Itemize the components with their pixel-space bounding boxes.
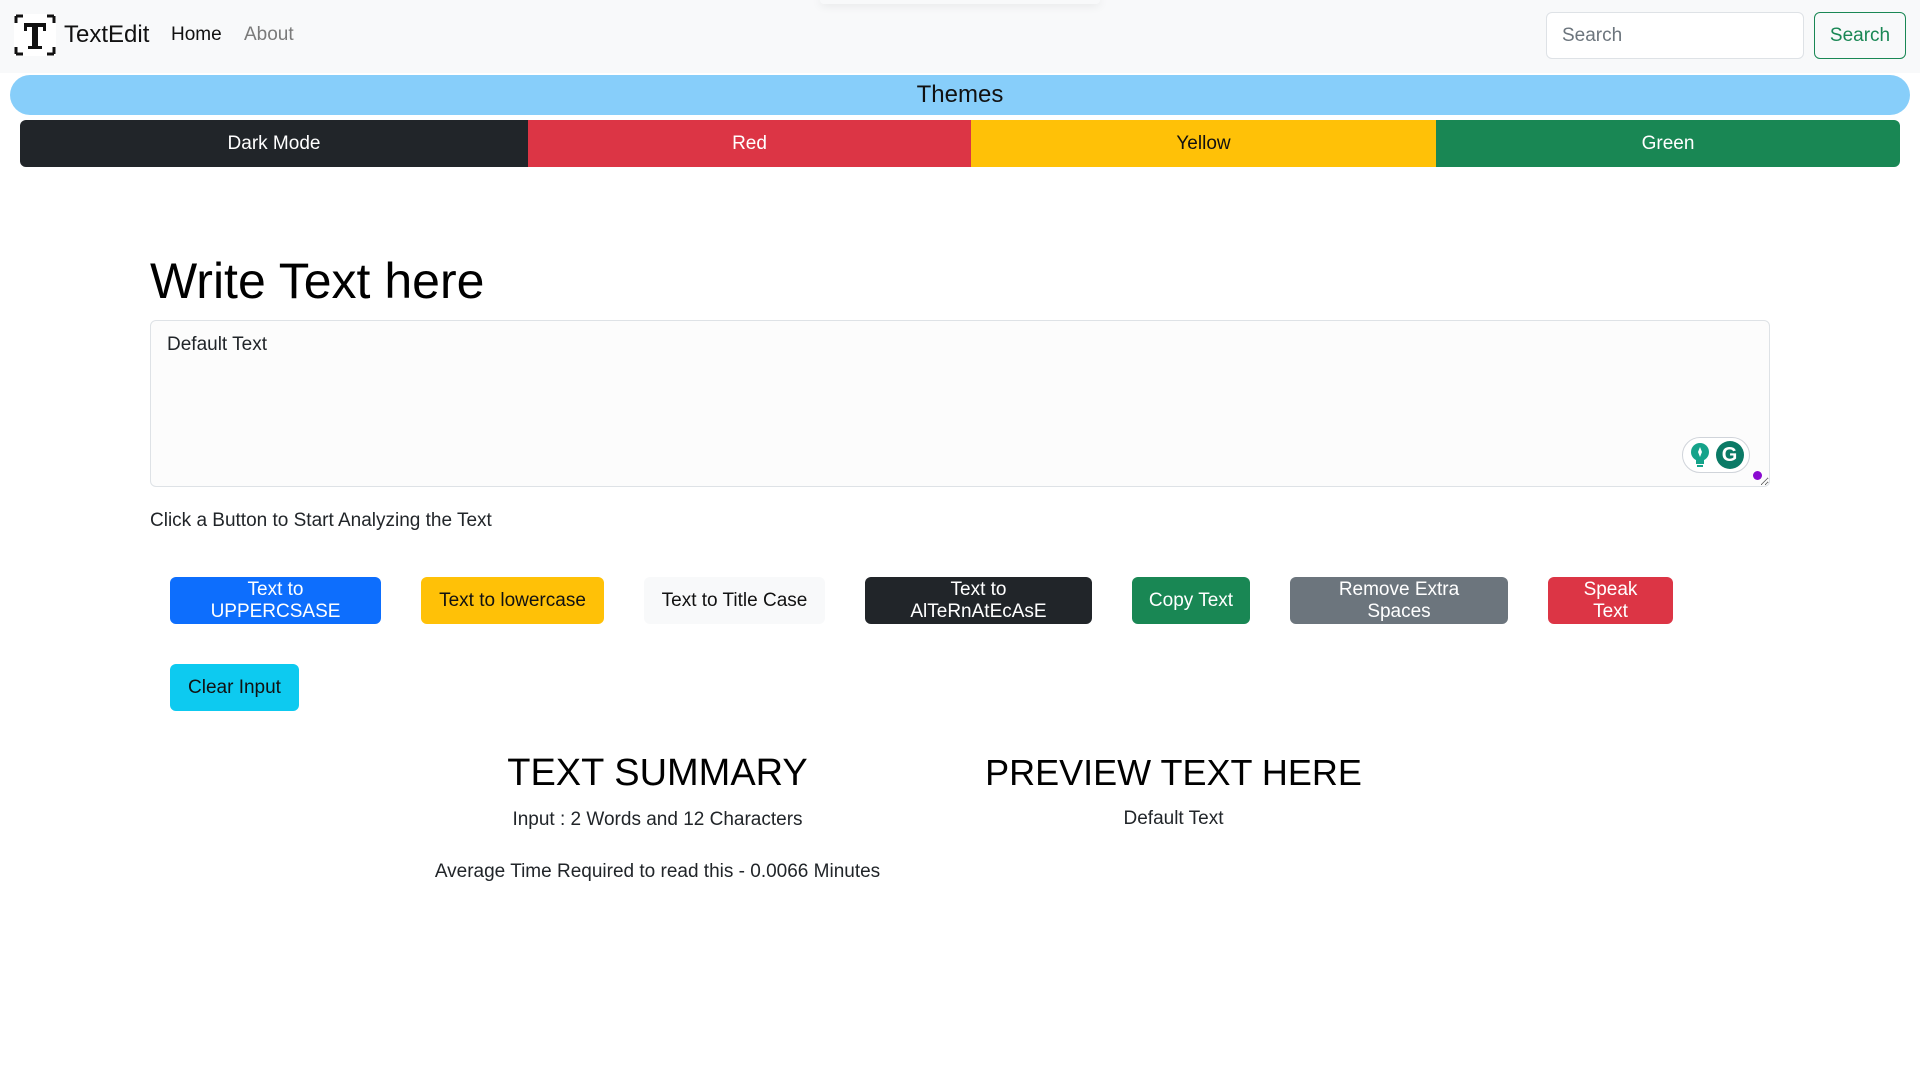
- nav-link-about[interactable]: About: [244, 24, 294, 46]
- theme-dark-mode-button[interactable]: Dark Mode: [20, 120, 528, 167]
- brand-name: TextEdit: [64, 21, 150, 48]
- alternate-case-button[interactable]: Text to AlTeRnAtEcAsE: [865, 577, 1092, 624]
- search-input[interactable]: [1546, 12, 1804, 59]
- nav-link-home[interactable]: Home: [171, 24, 222, 46]
- search-button[interactable]: Search: [1814, 12, 1906, 59]
- page-title: Write Text here: [150, 253, 485, 309]
- brand-link[interactable]: TextEdit: [14, 14, 149, 56]
- instruction-text: Click a Button to Start Analyzing the Te…: [150, 510, 492, 531]
- copy-text-button[interactable]: Copy Text: [1132, 577, 1250, 624]
- title-case-button[interactable]: Text to Title Case: [644, 577, 825, 624]
- text-summary-section: TEXT SUMMARY Input : 2 Words and 12 Char…: [400, 752, 915, 883]
- theme-red-button[interactable]: Red: [528, 120, 971, 167]
- text-logo-icon: [14, 14, 56, 56]
- grammarly-widget[interactable]: G: [1682, 437, 1750, 473]
- summary-title: TEXT SUMMARY: [507, 752, 808, 794]
- grammarly-icon: G: [1715, 441, 1744, 469]
- text-editor: G: [150, 320, 1770, 487]
- speak-text-button[interactable]: Speak Text: [1548, 577, 1673, 624]
- word-char-count: Input : 2 Words and 12 Characters: [512, 809, 803, 830]
- theme-button-group: Dark Mode Red Yellow Green: [20, 120, 1900, 167]
- preview-text: Default Text: [1123, 808, 1224, 829]
- theme-yellow-button[interactable]: Yellow: [971, 120, 1436, 167]
- main-text-input[interactable]: [150, 320, 1770, 487]
- remove-extra-spaces-button[interactable]: Remove Extra Spaces: [1290, 577, 1508, 624]
- clear-input-button[interactable]: Clear Input: [170, 664, 299, 711]
- status-dot: [1753, 471, 1762, 480]
- top-edge-shadow: [820, 0, 1100, 4]
- lowercase-button[interactable]: Text to lowercase: [421, 577, 604, 624]
- theme-green-button[interactable]: Green: [1436, 120, 1900, 167]
- preview-title: PREVIEW TEXT HERE: [985, 752, 1362, 793]
- themes-header: Themes: [10, 75, 1910, 115]
- preview-section: PREVIEW TEXT HERE Default Text: [975, 752, 1372, 830]
- reading-time: Average Time Required to read this - 0.0…: [434, 861, 881, 882]
- lightbulb-icon: [1690, 443, 1709, 467]
- navbar: TextEdit Home About Search: [0, 0, 1920, 73]
- uppercase-button[interactable]: Text to UPPERCSASE: [170, 577, 381, 624]
